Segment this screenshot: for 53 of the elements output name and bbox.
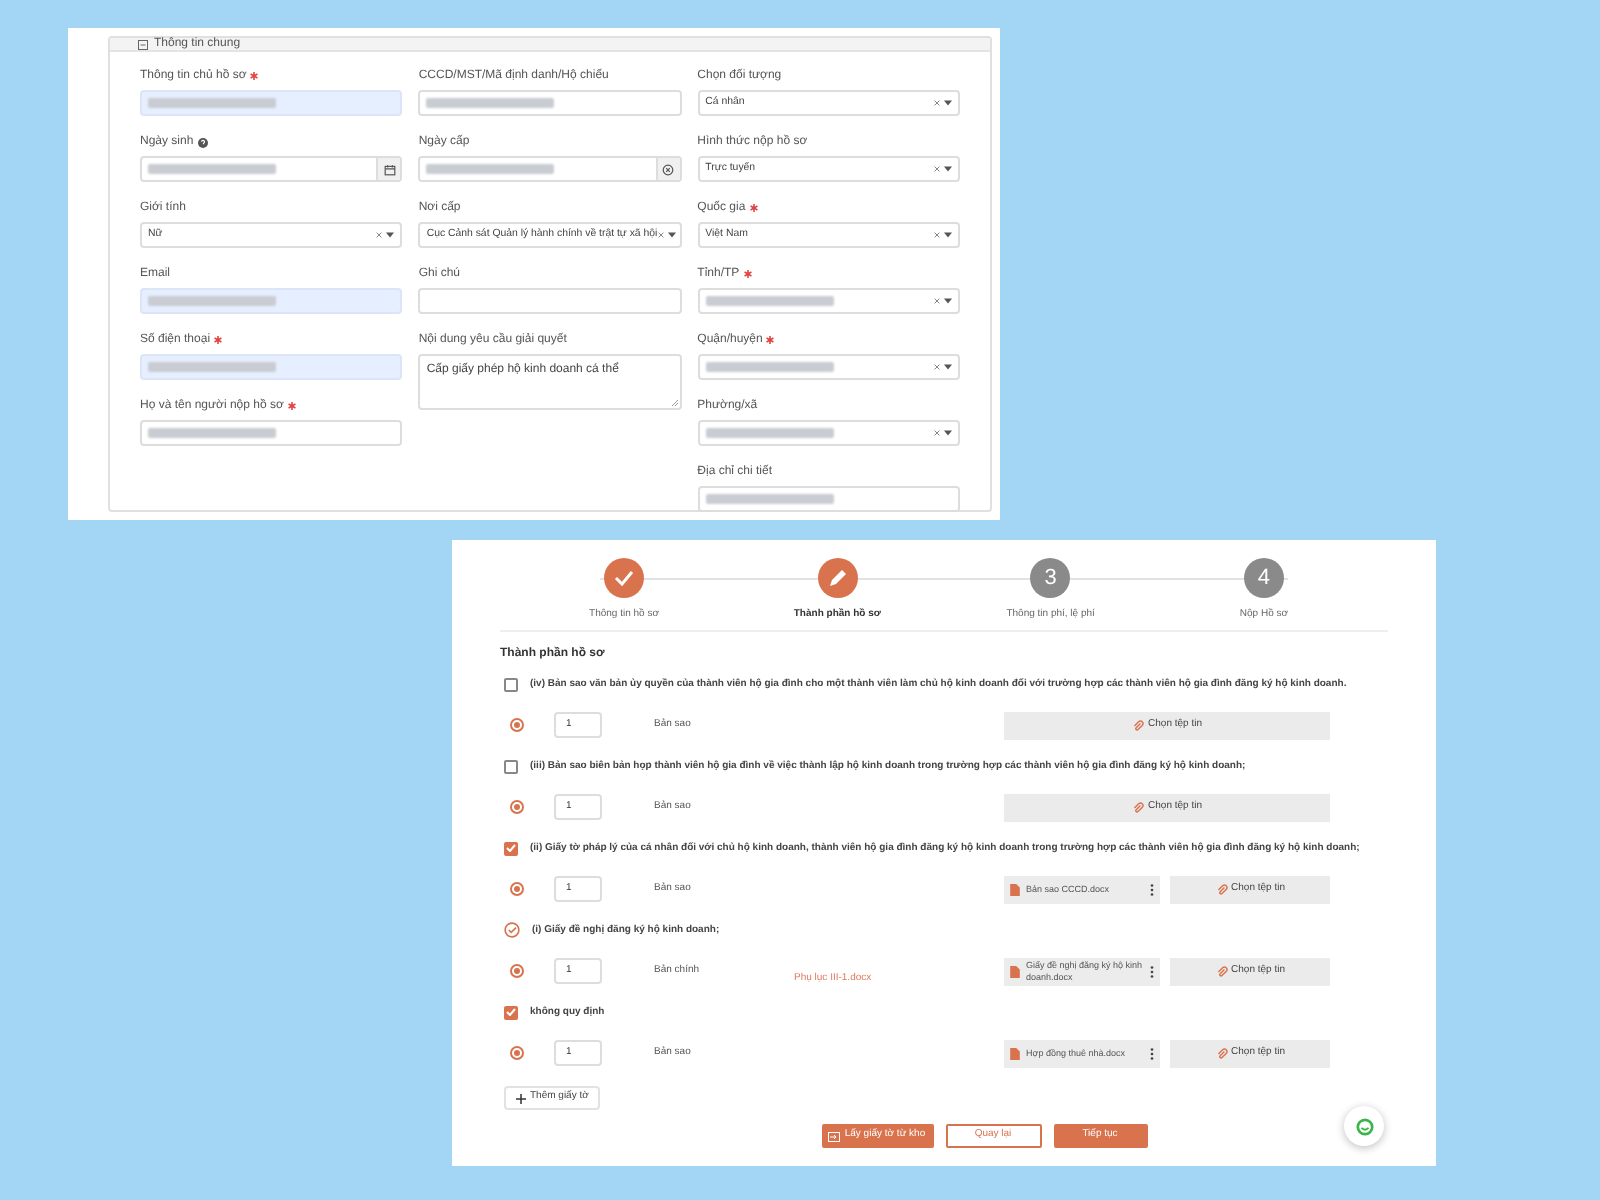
paperclip-icon	[1215, 965, 1228, 977]
input-field[interactable]	[697, 486, 960, 512]
clear-icon[interactable]	[933, 430, 940, 436]
select-field[interactable]	[697, 354, 960, 380]
caret-icon[interactable]	[943, 430, 952, 436]
clear-icon[interactable]	[933, 232, 940, 238]
input-field[interactable]	[140, 420, 403, 446]
clear-icon[interactable]	[657, 232, 664, 238]
select-field[interactable]	[697, 288, 960, 314]
clear-icon[interactable]	[933, 364, 940, 370]
clear-icon[interactable]	[933, 100, 940, 106]
document-icon	[1010, 1047, 1020, 1059]
chat-icon	[1355, 1117, 1373, 1135]
document-icon	[1010, 965, 1020, 977]
clear-icon[interactable]	[933, 166, 940, 172]
input-field[interactable]	[418, 288, 682, 314]
check-icon	[614, 570, 634, 586]
caret-icon[interactable]	[943, 364, 952, 370]
radio-button[interactable]	[510, 800, 524, 814]
radio-button[interactable]	[510, 1046, 524, 1060]
radio-button[interactable]	[510, 882, 524, 896]
select-field[interactable]	[697, 420, 960, 446]
checkbox[interactable]	[504, 759, 518, 773]
input-field[interactable]	[418, 90, 682, 116]
input-field[interactable]	[140, 90, 403, 116]
radio-button[interactable]	[510, 718, 524, 732]
input-field[interactable]	[140, 288, 403, 314]
input-field[interactable]	[140, 156, 403, 182]
paperclip-icon	[1132, 801, 1145, 813]
document-icon	[1010, 883, 1020, 895]
collapse-icon[interactable]	[138, 39, 148, 49]
resize-icon[interactable]	[671, 400, 678, 406]
calendar-icon[interactable]	[383, 163, 396, 175]
caret-icon[interactable]	[943, 232, 952, 238]
input-field[interactable]	[418, 156, 682, 182]
radio-button[interactable]	[510, 964, 524, 978]
paperclip-icon	[1132, 719, 1145, 731]
paperclip-icon	[1215, 1047, 1228, 1059]
caret-icon[interactable]	[943, 166, 952, 172]
paperclip-icon	[1215, 883, 1228, 895]
import-icon	[828, 1131, 841, 1141]
pencil-icon	[827, 568, 848, 588]
clear-icon[interactable]	[933, 298, 940, 304]
caret-icon[interactable]	[667, 232, 676, 238]
chat-button[interactable]	[1344, 1106, 1384, 1146]
checkbox[interactable]	[504, 677, 518, 691]
plus-icon	[516, 1093, 526, 1103]
caret-icon[interactable]	[386, 232, 395, 238]
input-field[interactable]	[140, 354, 403, 380]
clear-icon[interactable]	[376, 232, 383, 238]
caret-icon[interactable]	[943, 100, 952, 106]
caret-icon[interactable]	[943, 298, 952, 304]
clear-icon[interactable]	[662, 163, 675, 175]
